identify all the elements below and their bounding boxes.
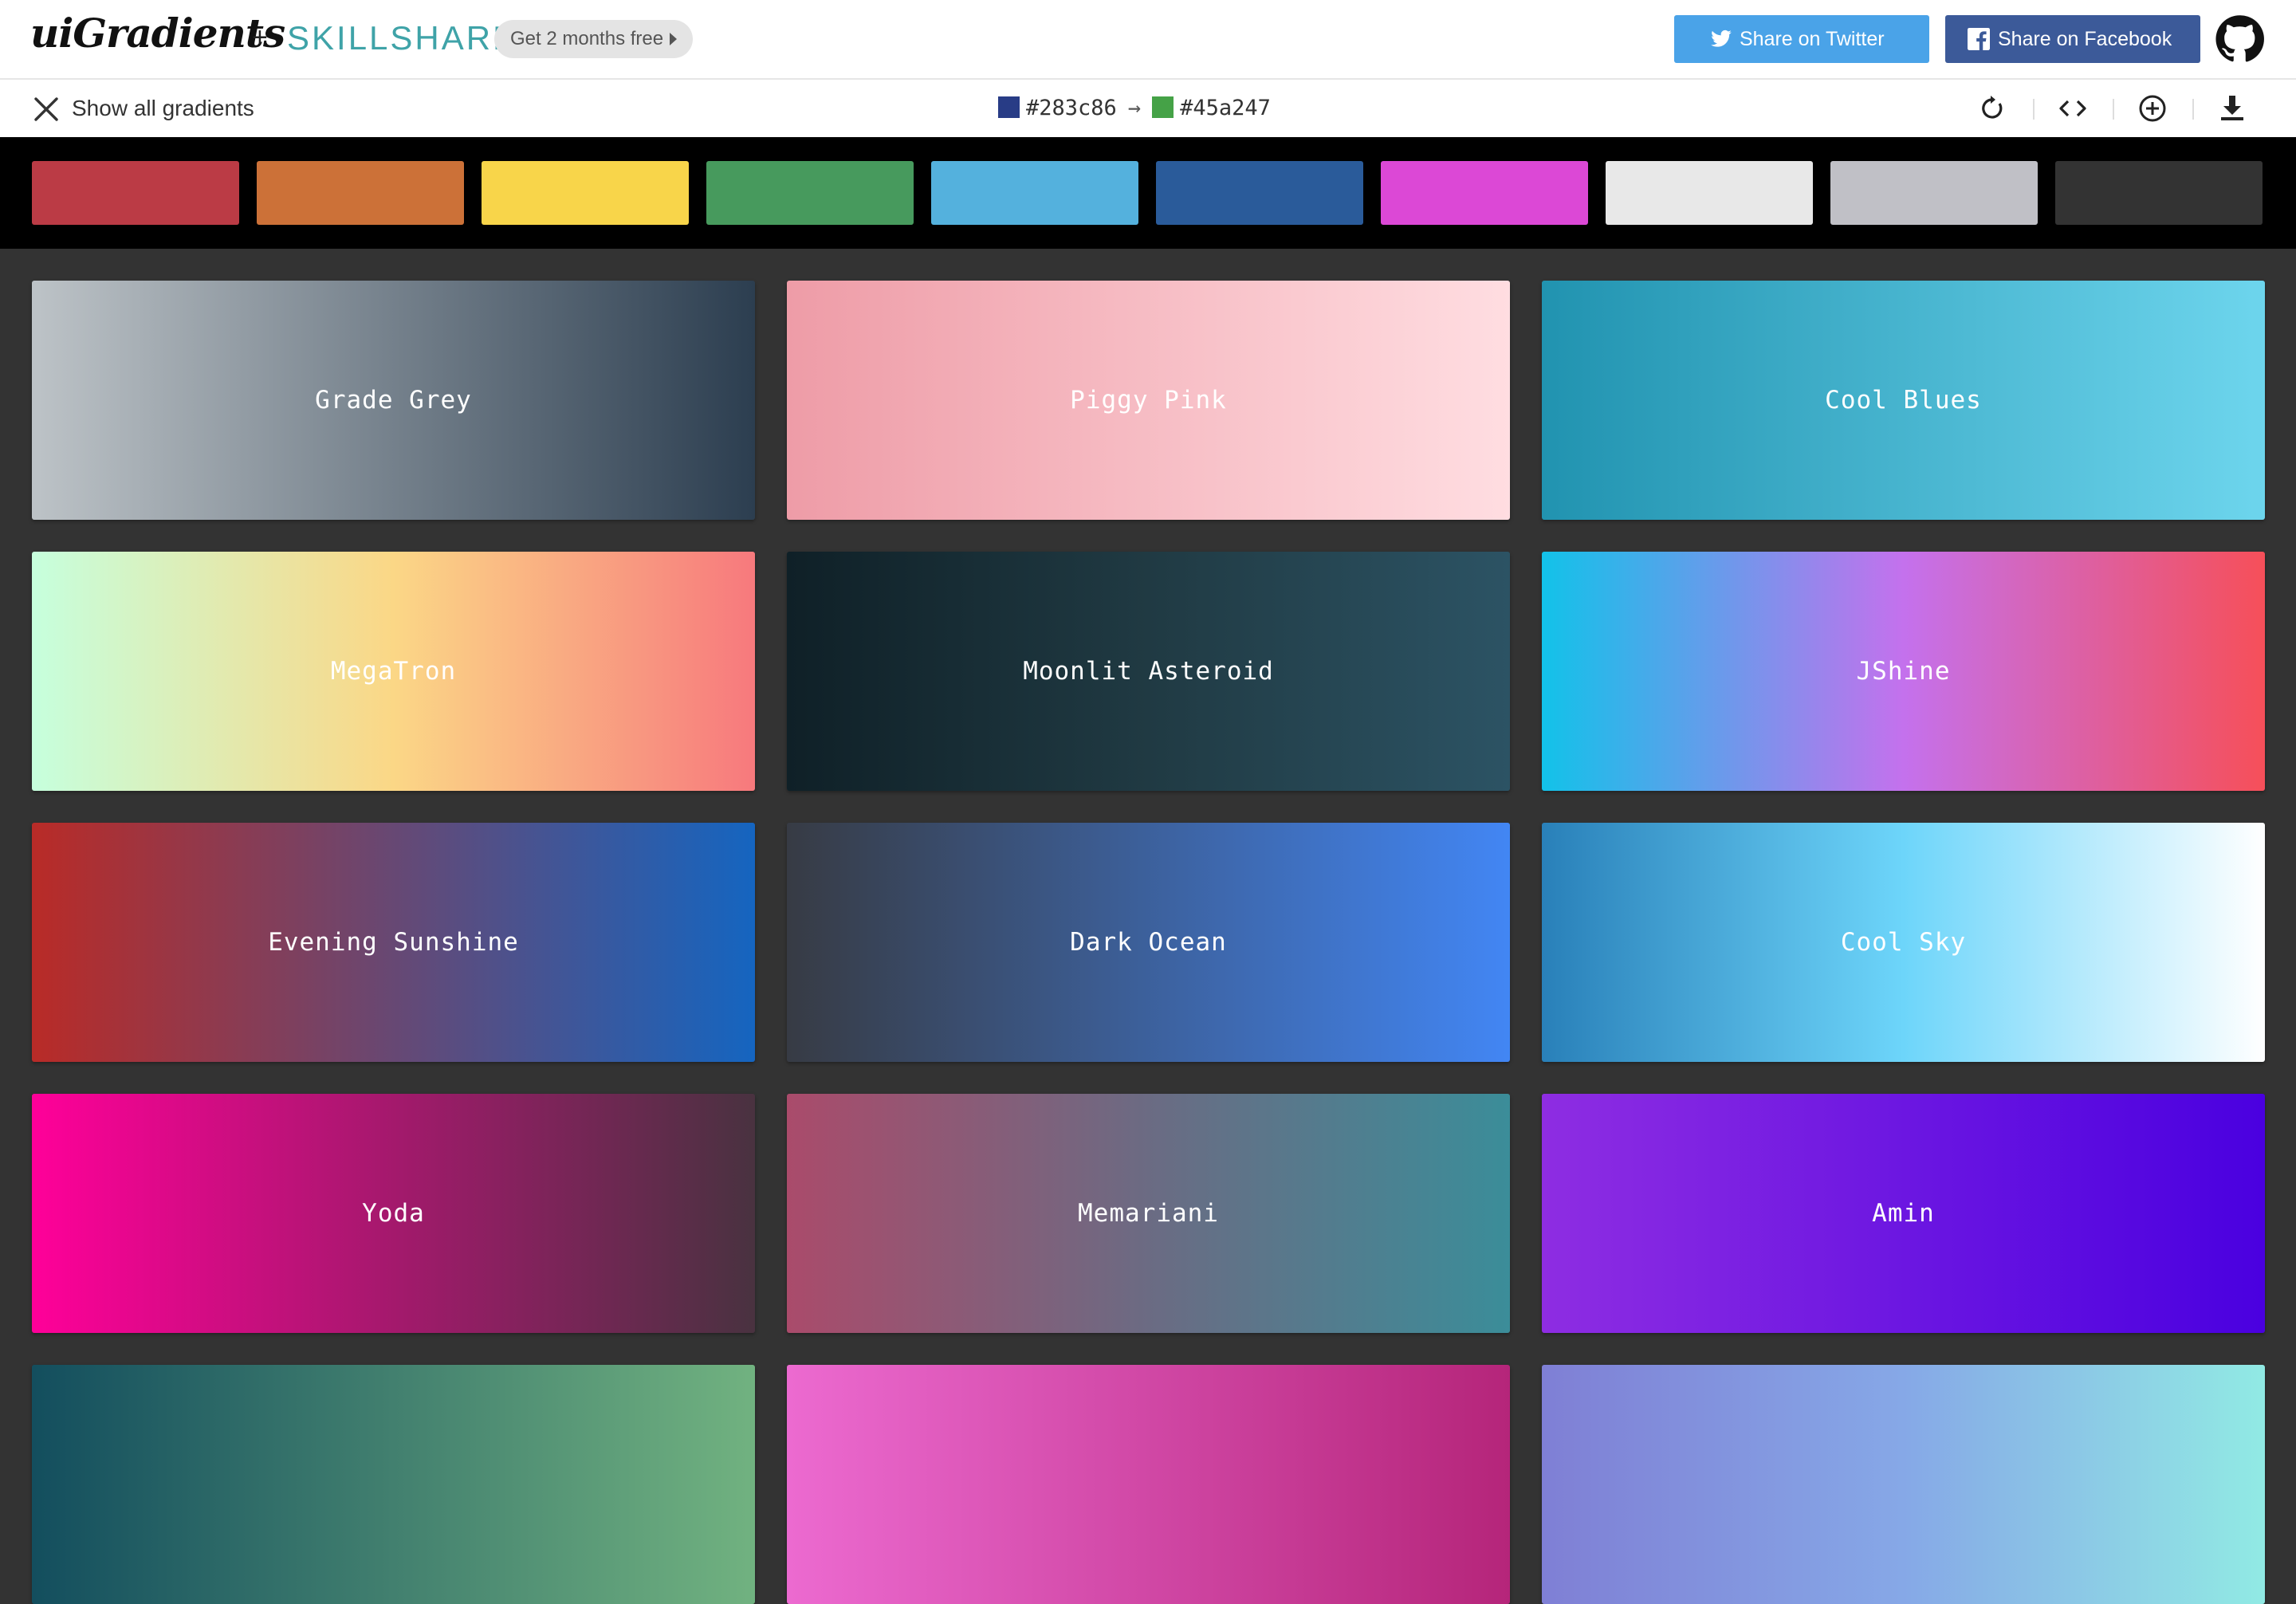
gradient-name: Amin [1872,1199,1935,1228]
gradient-name: MegaTron [330,657,457,686]
show-all-gradients-button[interactable]: Show all gradients [32,91,254,126]
close-icon [34,97,58,121]
toolbar-divider [2113,99,2114,120]
from-color-hex[interactable]: #283c86 [1026,96,1117,120]
toolbar-divider [2033,99,2035,120]
gradient-name: Memariani [1078,1199,1219,1228]
gradient-card[interactable] [1542,1365,2265,1604]
color-filter-swatch[interactable] [931,161,1138,225]
plus-sign: + [252,22,268,53]
share-facebook-label: Share on Facebook [1998,28,2172,50]
show-all-label: Show all gradients [72,96,254,120]
gradient-card[interactable]: Amin [1542,1094,2265,1333]
skillshare-logo[interactable]: SKILLSHARE [287,19,517,57]
color-filter-swatch[interactable] [2055,161,2263,225]
color-filter-swatch[interactable] [257,161,464,225]
caret-right-icon [670,33,678,45]
share-facebook-button[interactable]: Share on Facebook [1945,15,2200,63]
from-color-swatch [998,96,1020,118]
gradient-card[interactable] [787,1365,1510,1604]
toolbar-divider [2192,99,2194,120]
gradient-name: JShine [1856,657,1951,686]
color-filter-swatch[interactable] [1156,161,1363,225]
gradient-name: Grade Grey [315,386,472,415]
gradient-card[interactable]: Dark Ocean [787,823,1510,1062]
gradient-name: Evening Sunshine [268,928,519,957]
gradient-name [1542,1365,2265,1604]
gradient-card[interactable]: Cool Sky [1542,823,2265,1062]
gradient-name [787,1365,1510,1604]
to-color-swatch [1152,96,1174,118]
gradient-card[interactable]: Piggy Pink [787,281,1510,520]
twitter-icon [1711,29,1732,47]
gradient-toolbar: Show all gradients #283c86 → #45a247 [0,80,2296,137]
gradient-card[interactable]: Evening Sunshine [32,823,755,1062]
gradient-card[interactable]: MegaTron [32,552,755,791]
gradient-name: Dark Ocean [1070,928,1227,957]
gradient-card[interactable]: Cool Blues [1542,281,2265,520]
code-icon[interactable] [2057,92,2089,124]
color-filter-swatch[interactable] [1830,161,2038,225]
current-gradient-colors: #283c86 → #45a247 [998,91,1271,126]
gradient-card[interactable]: Memariani [787,1094,1510,1333]
gradient-card[interactable]: Yoda [32,1094,755,1333]
promo-label: Get 2 months free [510,28,664,49]
to-color-hex[interactable]: #45a247 [1180,96,1271,120]
top-bar: uiGradients + SKILLSHARE Get 2 months fr… [0,0,2296,80]
gradient-card[interactable]: Grade Grey [32,281,755,520]
share-twitter-button[interactable]: Share on Twitter [1674,15,1929,63]
color-filter-swatch[interactable] [1381,161,1588,225]
gradient-name: Piggy Pink [1070,386,1227,415]
gradient-name: Moonlit Asteroid [1023,657,1274,686]
gradient-name: Cool Sky [1840,928,1967,957]
gradient-name [32,1365,755,1604]
share-twitter-label: Share on Twitter [1740,28,1885,50]
color-filter-swatch[interactable] [706,161,914,225]
facebook-icon [1968,28,1990,50]
gradient-name: Cool Blues [1825,386,1982,415]
arrow-right-icon: → [1127,96,1142,120]
rotate-icon[interactable] [1977,92,2009,124]
gradient-card[interactable] [32,1365,755,1604]
color-filter-swatch[interactable] [1606,161,1813,225]
uigradients-logo[interactable]: uiGradients [30,10,285,57]
promo-pill[interactable]: Get 2 months free [494,20,694,58]
color-filter-swatch[interactable] [32,161,239,225]
gradient-name: Yoda [362,1199,425,1228]
gradient-card[interactable]: Moonlit Asteroid [787,552,1510,791]
download-icon[interactable] [2216,92,2248,124]
color-filter-swatch[interactable] [482,161,689,225]
github-icon[interactable] [2215,14,2264,64]
gradient-card[interactable]: JShine [1542,552,2265,791]
add-gradient-icon[interactable] [2137,92,2168,124]
color-filter-bar [0,137,2296,249]
